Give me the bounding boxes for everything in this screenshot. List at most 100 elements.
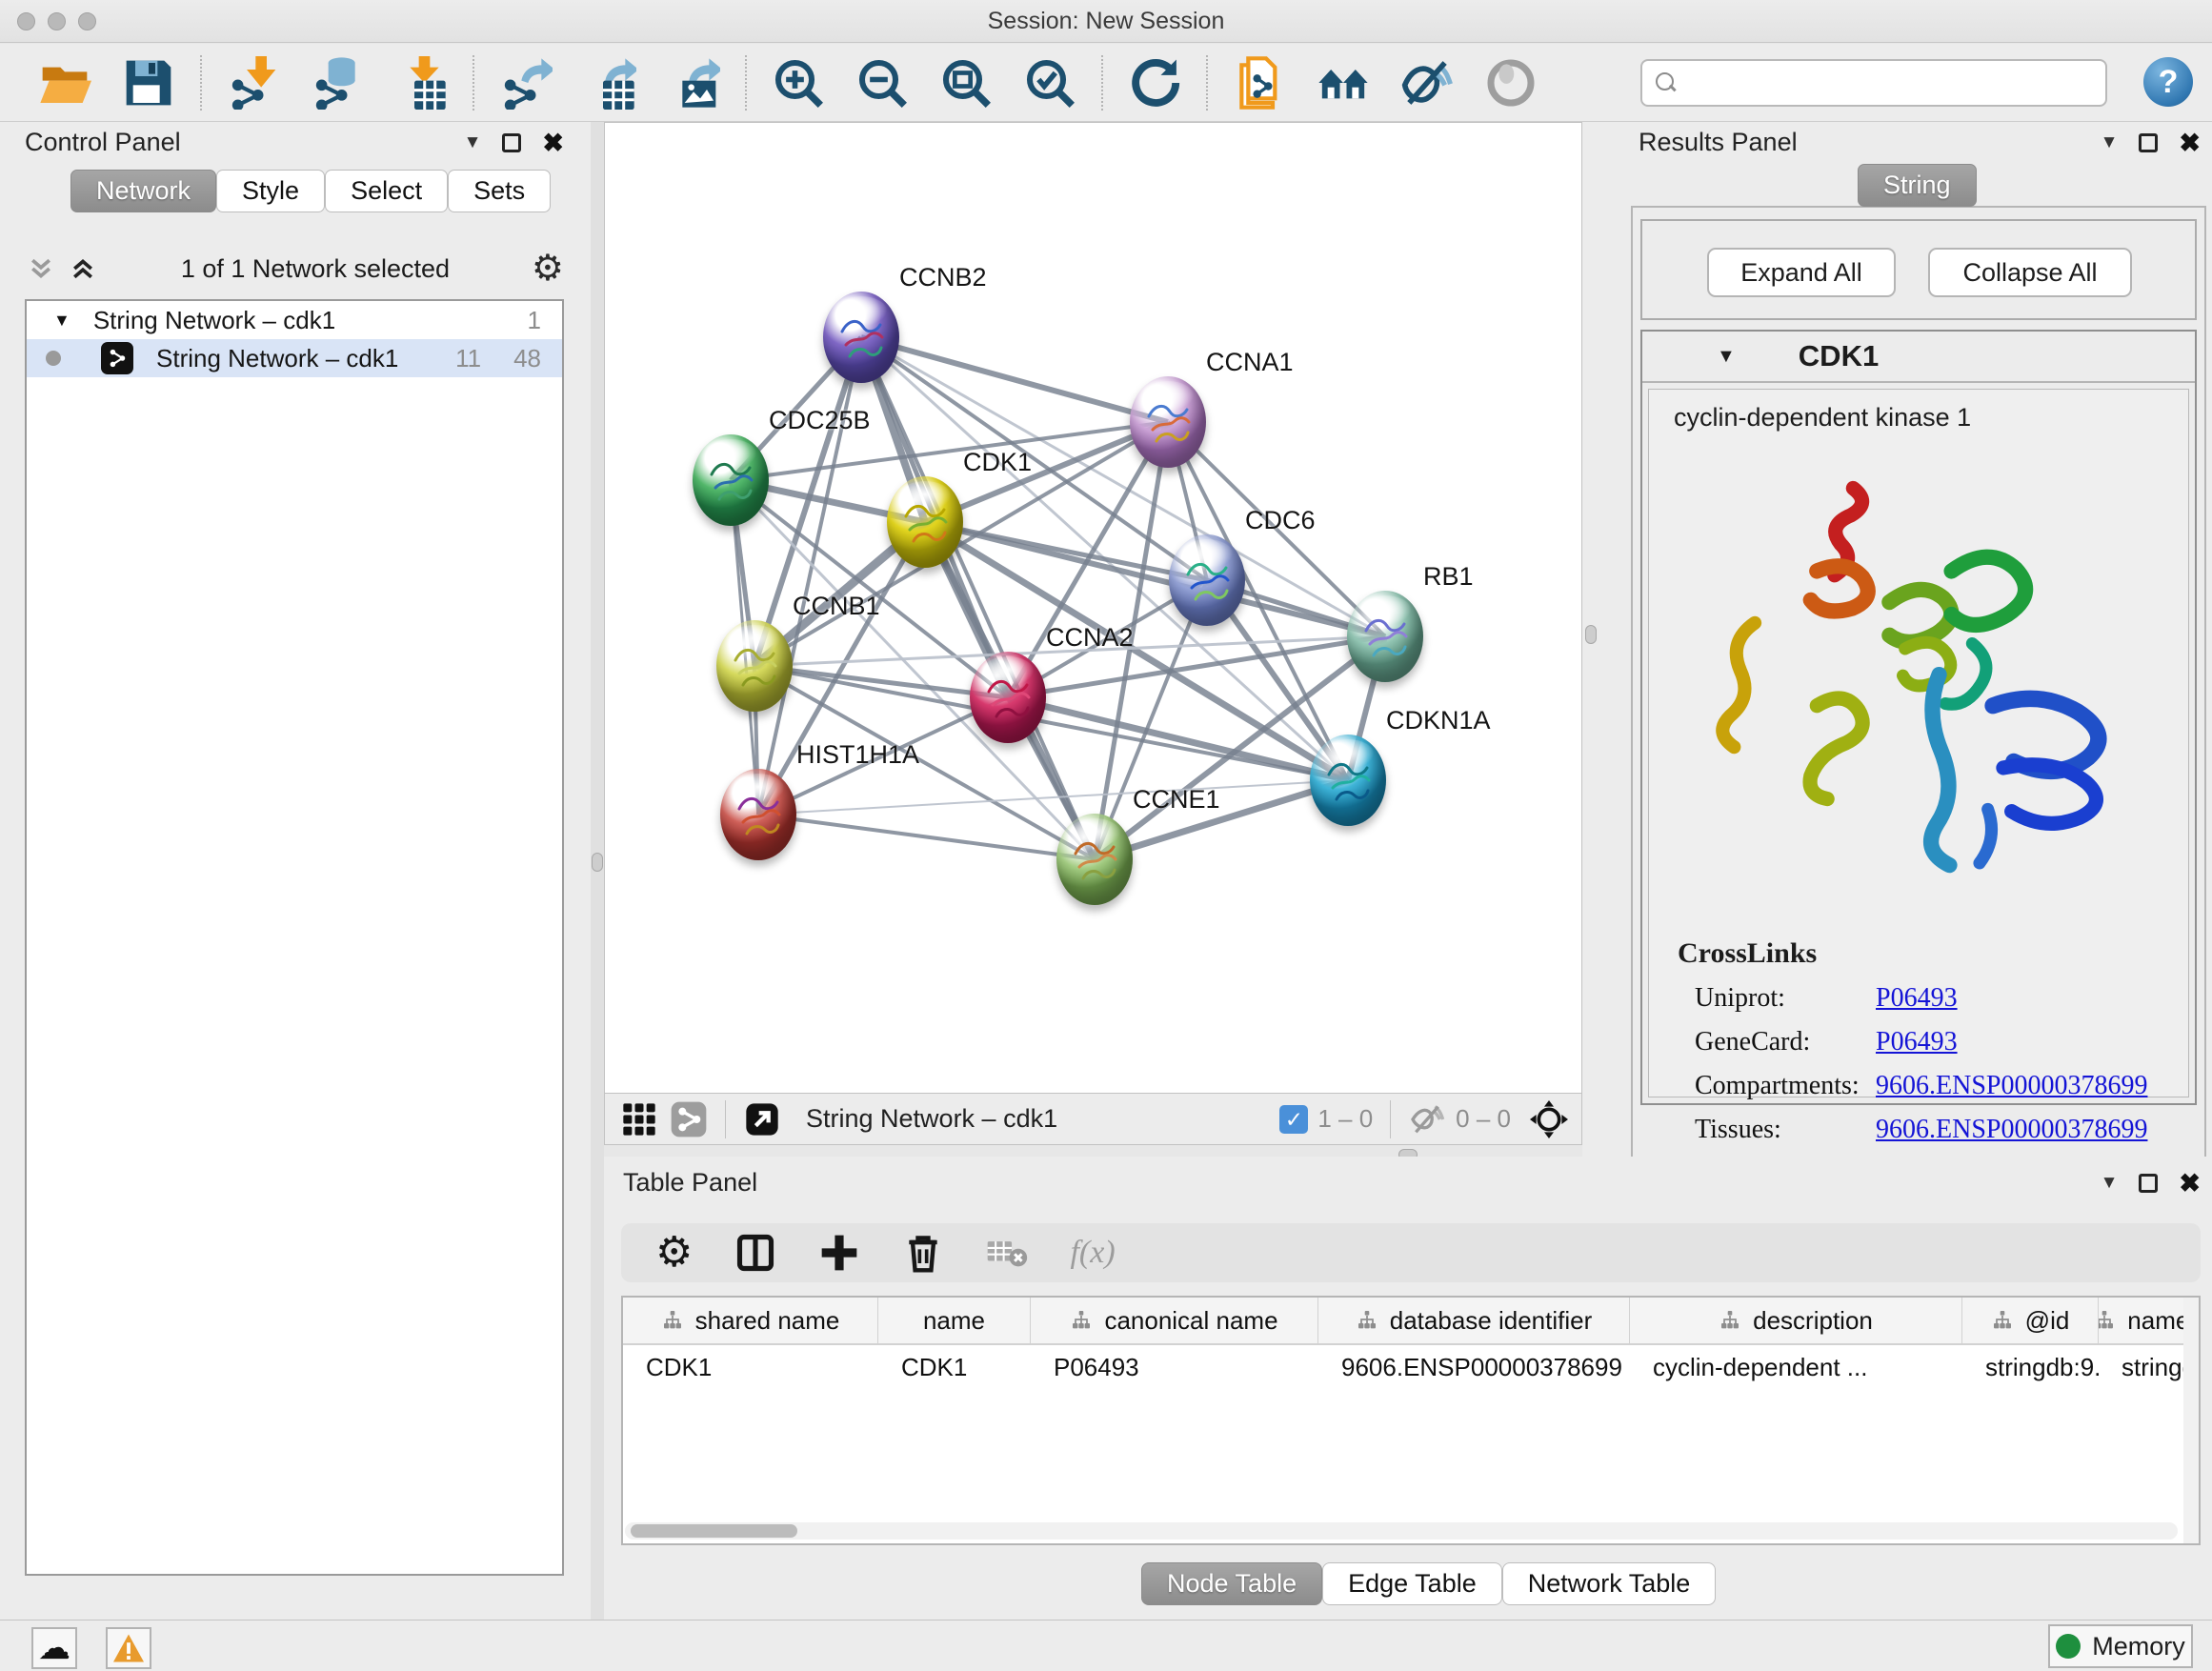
network-collection-row[interactable]: ▼ String Network – cdk1 1 [27, 301, 562, 339]
node-CCNA1[interactable] [1130, 376, 1206, 468]
save-session-icon[interactable] [122, 56, 175, 110]
column-header-canonical-name[interactable]: canonical name [1031, 1298, 1318, 1343]
column-header-database-identifier[interactable]: database identifier [1318, 1298, 1630, 1343]
node-HIST1H1A[interactable] [720, 769, 796, 860]
zoom-in-icon[interactable] [772, 56, 825, 110]
zoom-out-icon[interactable] [855, 56, 909, 110]
export-table-icon[interactable] [583, 56, 636, 110]
node-CDC25B[interactable] [693, 434, 769, 526]
network-view: CCNB2 CCNA1 CDC25B CDK1 CDC6 RB1 [604, 122, 1582, 1145]
tab-network-table[interactable]: Network Table [1502, 1562, 1717, 1605]
cell-description[interactable]: cyclin-dependent ... [1630, 1345, 1962, 1389]
table-horizontal-scrollbar[interactable] [625, 1522, 2178, 1540]
edge-CDK1-RB1[interactable] [925, 522, 1385, 636]
node-CDK1[interactable] [887, 476, 963, 568]
import-network-file-icon[interactable] [227, 56, 280, 110]
column-header-shared-name[interactable]: shared name [623, 1298, 878, 1343]
expand-all-button[interactable]: Expand All [1707, 248, 1896, 297]
panel-menu-caret-icon[interactable]: ▼ [464, 132, 482, 153]
tab-sets[interactable]: Sets [448, 170, 551, 212]
right-splitter-handle[interactable] [1585, 625, 1597, 644]
open-session-icon[interactable] [38, 56, 91, 110]
zoom-selected-icon[interactable] [1023, 56, 1076, 110]
cloud-button[interactable]: ☁ [31, 1627, 77, 1669]
tab-edge-table[interactable]: Edge Table [1322, 1562, 1502, 1605]
export-network-icon[interactable] [499, 56, 553, 110]
crosslink-link[interactable]: P06493 [1876, 983, 1958, 1014]
edge-HIST1H1A-CCNE1[interactable] [758, 815, 1095, 859]
edge-CCNA2-HIST1H1A[interactable] [758, 697, 1008, 815]
crosslink-link[interactable]: 9606.ENSP00000378699 [1876, 1115, 2147, 1145]
control-panel-tabs: NetworkStyleSelectSets [70, 170, 551, 212]
node-CCNB1[interactable] [716, 620, 793, 712]
import-network-database-icon[interactable] [311, 56, 364, 110]
collapse-all-icon[interactable] [25, 254, 57, 283]
node-CCNE1[interactable] [1056, 814, 1133, 905]
panel-menu-caret-icon[interactable]: ▼ [2101, 1173, 2119, 1194]
cell-database-identifier[interactable]: 9606.ENSP00000378699 [1318, 1345, 1630, 1389]
table-row[interactable]: CDK1CDK1P064939606.ENSP00000378699cyclin… [623, 1345, 2199, 1389]
network-options-gear-icon[interactable]: ⚙ [532, 251, 564, 287]
expand-all-icon[interactable] [67, 254, 99, 283]
hide-annotations-icon[interactable] [1400, 56, 1454, 110]
table-header-row: shared namenamecanonical namedatabase id… [623, 1298, 2199, 1345]
node-CDKN1A[interactable] [1310, 735, 1386, 826]
cell-shared-name[interactable]: CDK1 [623, 1345, 878, 1389]
tab-network[interactable]: Network [70, 170, 216, 212]
column-header-name[interactable]: name [878, 1298, 1031, 1343]
tab-select[interactable]: Select [325, 170, 448, 212]
selected-checkbox-icon[interactable]: ✓ [1279, 1105, 1308, 1134]
close-panel-icon[interactable]: ✖ [542, 133, 564, 152]
add-column-icon[interactable] [818, 1232, 860, 1274]
inactive-orb-icon[interactable] [1484, 56, 1538, 110]
column-layout-icon[interactable] [734, 1232, 776, 1274]
collapse-all-button[interactable]: Collapse All [1928, 248, 2132, 297]
search-box[interactable] [1640, 59, 2107, 107]
grid-view-icon[interactable] [620, 1100, 658, 1138]
delete-column-icon[interactable] [902, 1232, 944, 1274]
edge-CCNB2-HIST1H1A[interactable] [758, 337, 861, 815]
column-header--id[interactable]: @id [1962, 1298, 2099, 1343]
birdseye-navigator-icon[interactable] [1530, 1100, 1568, 1138]
crosslink-link[interactable]: P06493 [1876, 1027, 1958, 1057]
tab-node-table[interactable]: Node Table [1141, 1562, 1322, 1605]
open-in-window-icon[interactable] [743, 1100, 781, 1138]
crosslink-link[interactable]: 9606.ENSP00000378699 [1876, 1071, 2147, 1101]
tree-expand-caret-icon[interactable]: ▼ [53, 311, 70, 331]
zoom-fit-icon[interactable] [939, 56, 993, 110]
node-CCNB2[interactable] [823, 292, 899, 383]
float-panel-icon[interactable] [2139, 133, 2158, 152]
node-CDC6[interactable] [1169, 534, 1245, 626]
search-input[interactable] [1679, 70, 2105, 97]
network-canvas[interactable]: CCNB2 CCNA1 CDC25B CDK1 CDC6 RB1 [605, 123, 1581, 1093]
float-panel-icon[interactable] [2139, 1174, 2158, 1193]
node-RB1[interactable] [1347, 591, 1423, 682]
memory-button[interactable]: Memory [2048, 1624, 2193, 1668]
column-header-description[interactable]: description [1630, 1298, 1962, 1343]
edge-CCNB2-CCNE1[interactable] [861, 337, 1095, 859]
close-panel-icon[interactable]: ✖ [2179, 133, 2201, 152]
network-share-icon[interactable] [670, 1100, 708, 1138]
import-table-icon[interactable] [394, 56, 448, 110]
refresh-icon[interactable] [1128, 56, 1181, 110]
section-caret-icon[interactable]: ▼ [1717, 346, 1736, 368]
tab-string[interactable]: String [1858, 164, 1977, 207]
close-panel-icon[interactable]: ✖ [2179, 1174, 2201, 1193]
node-CCNA2[interactable] [970, 652, 1046, 743]
network-row[interactable]: String Network – cdk1 11 48 [27, 339, 562, 377]
clone-document-network-icon[interactable] [1233, 56, 1286, 110]
cell-name[interactable]: CDK1 [878, 1345, 1031, 1389]
houses-icon[interactable] [1317, 56, 1370, 110]
gene-section-header[interactable]: ▼ CDK1 [1642, 332, 2195, 383]
warnings-button[interactable] [106, 1627, 151, 1669]
panel-menu-caret-icon[interactable]: ▼ [2101, 132, 2119, 153]
float-panel-icon[interactable] [502, 133, 521, 152]
tab-style[interactable]: Style [216, 170, 325, 212]
table-settings-gear-icon[interactable]: ⚙ [655, 1232, 693, 1274]
help-button[interactable]: ? [2143, 57, 2193, 107]
export-image-icon[interactable] [667, 56, 720, 110]
table-vertical-scrollbar[interactable] [2183, 1298, 2199, 1543]
cell-canonical-name[interactable]: P06493 [1031, 1345, 1318, 1389]
left-splitter-handle[interactable] [592, 853, 603, 872]
cell--id[interactable]: stringdb:9... [1962, 1345, 2099, 1389]
